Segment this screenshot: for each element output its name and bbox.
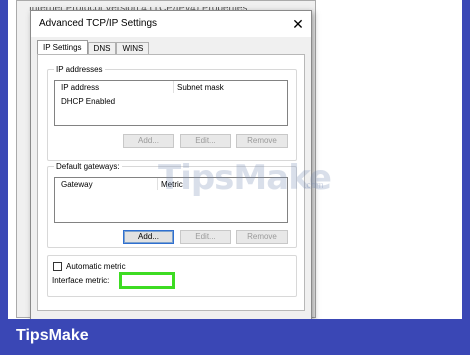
dialog-title: Advanced TCP/IP Settings <box>39 18 158 29</box>
metric-group: Automatic metric Interface metric: <box>47 255 297 297</box>
column-separator <box>157 178 158 190</box>
close-icon[interactable]: ✕ <box>287 13 309 35</box>
ip-addresses-label: IP addresses <box>54 65 105 74</box>
gateway-add-button[interactable]: Add... <box>123 230 174 244</box>
ip-addresses-group: IP addresses IP address Subnet mask DHCP… <box>47 65 297 161</box>
automatic-metric-label: Automatic metric <box>66 262 126 271</box>
default-gateways-label: Default gateways: <box>54 162 122 171</box>
ip-settings-panel: IP addresses IP address Subnet mask DHCP… <box>37 54 305 311</box>
ip-remove-button[interactable]: Remove <box>236 134 288 148</box>
interface-metric-input[interactable] <box>119 272 175 289</box>
ip-add-button[interactable]: Add... <box>123 134 174 148</box>
column-separator <box>173 81 174 93</box>
title-bar: Advanced TCP/IP Settings ✕ <box>31 11 311 37</box>
brand-logo: TipsMake <box>16 327 89 344</box>
screenshot-area: Internet Protocol Version 4 (TCP/IPv4) P… <box>8 0 462 319</box>
column-header-ip-address: IP address <box>61 83 100 92</box>
default-gateways-list[interactable]: Gateway Metric <box>54 177 288 223</box>
gateway-remove-button[interactable]: Remove <box>236 230 288 244</box>
column-header-gateway: Gateway <box>61 180 93 189</box>
list-item[interactable]: DHCP Enabled <box>61 97 115 106</box>
advanced-tcpip-dialog: Advanced TCP/IP Settings ✕ IP Settings D… <box>30 10 312 319</box>
tab-strip: IP Settings DNS WINS <box>37 40 150 55</box>
gateway-edit-button[interactable]: Edit... <box>180 230 231 244</box>
ip-addresses-list[interactable]: IP address Subnet mask DHCP Enabled <box>54 80 288 126</box>
automatic-metric-checkbox[interactable] <box>53 262 62 271</box>
default-gateways-group: Default gateways: Gateway Metric Add... … <box>47 162 297 248</box>
frame: Internet Protocol Version 4 (TCP/IPv4) P… <box>0 0 470 355</box>
tab-ip-settings[interactable]: IP Settings <box>37 40 88 55</box>
column-header-metric: Metric <box>161 180 183 189</box>
ip-edit-button[interactable]: Edit... <box>180 134 231 148</box>
column-header-subnet-mask: Subnet mask <box>177 83 224 92</box>
interface-metric-label: Interface metric: <box>52 276 110 285</box>
